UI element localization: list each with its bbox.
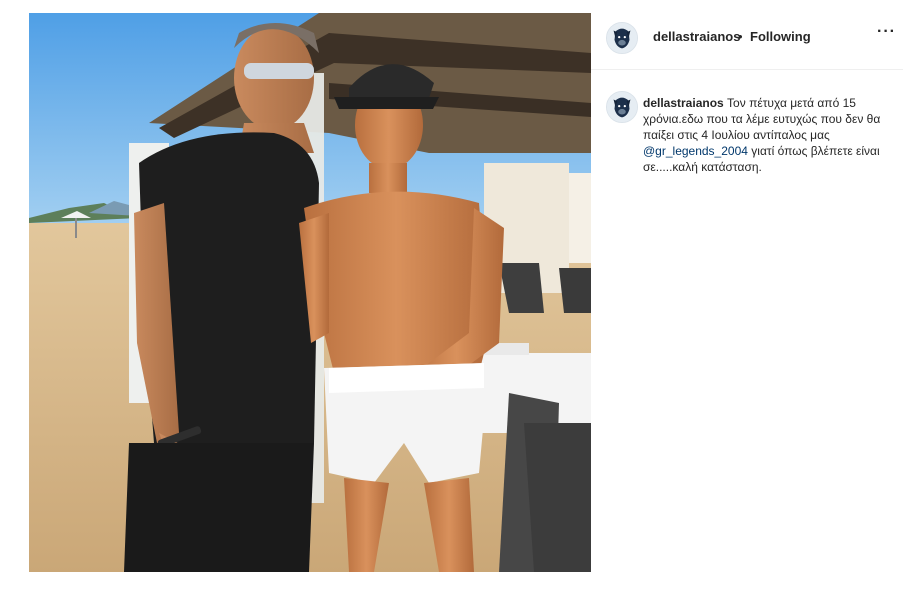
caption-avatar[interactable] [606, 91, 638, 123]
caption-text: dellastraianos Τον πέτυχα μετά από 15 χρ… [643, 95, 883, 175]
avatar[interactable] [606, 22, 638, 54]
caption-mention-link[interactable]: @gr_legends_2004 [643, 144, 748, 158]
header-separator: • [738, 29, 743, 44]
post-header: dellastraianos • Following ··· [591, 13, 903, 70]
post-photo[interactable] [29, 13, 591, 572]
following-button[interactable]: Following [750, 29, 811, 44]
photo-image [29, 13, 591, 572]
instagram-post: dellastraianos • Following ··· dellastra… [0, 0, 903, 590]
dog-avatar-icon [607, 92, 637, 122]
post-side-panel: dellastraianos • Following ··· dellastra… [591, 13, 903, 572]
more-options-icon[interactable]: ··· [877, 23, 896, 41]
caption-username[interactable]: dellastraianos [643, 96, 724, 110]
dog-avatar-icon [607, 23, 637, 53]
header-username[interactable]: dellastraianos [653, 29, 740, 44]
